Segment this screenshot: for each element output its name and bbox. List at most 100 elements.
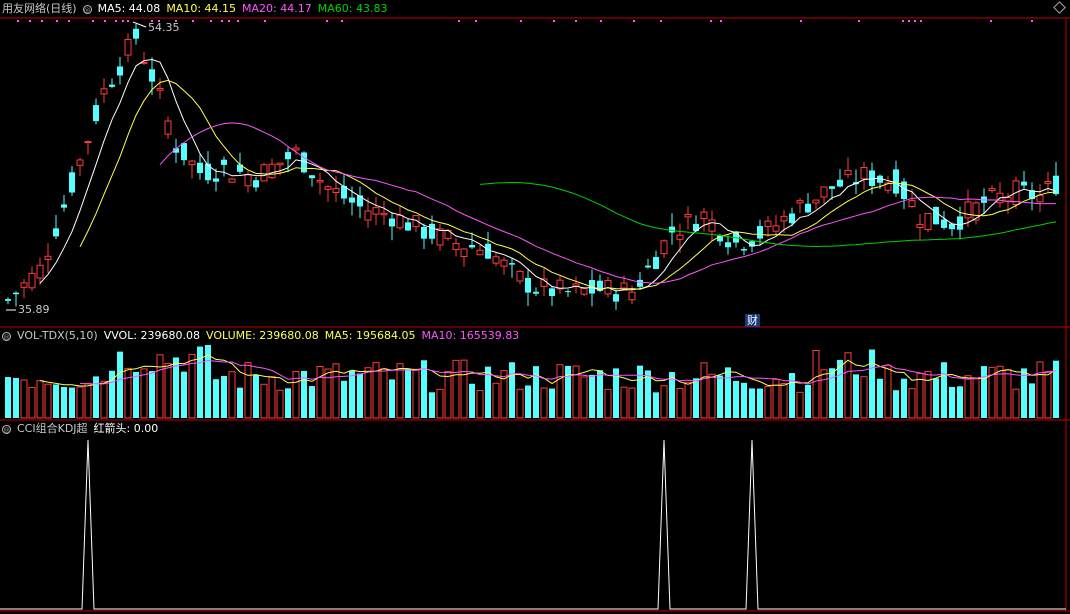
volume-bar <box>237 387 243 418</box>
volume-bar <box>964 375 972 419</box>
signal-dot <box>800 20 802 22</box>
volume-label: VOLUME: 239680.08 <box>206 329 319 342</box>
volume-bar <box>884 364 892 419</box>
volume-bar <box>36 380 44 419</box>
volume-bar <box>444 371 452 419</box>
kdj-circle-icon[interactable]: ◎ <box>2 424 11 434</box>
signal-dot <box>553 20 555 22</box>
volume-bar <box>452 359 460 419</box>
volume-bar <box>133 371 139 418</box>
volume-bar <box>972 378 980 419</box>
volume-bar <box>84 382 92 419</box>
signal-dot <box>914 20 916 22</box>
volume-bar <box>181 371 187 418</box>
volume-bar <box>684 381 692 419</box>
volume-bar <box>1036 361 1044 419</box>
signal-dot <box>17 20 19 22</box>
volume-bar <box>412 368 420 419</box>
volume-bar <box>780 383 788 419</box>
volume-bar <box>469 383 475 418</box>
volume-bar <box>660 385 668 419</box>
volume-bar <box>820 369 828 419</box>
signal-dot <box>29 20 31 22</box>
financial-report-marker[interactable]: 财 <box>745 314 760 327</box>
volume-bar <box>164 362 172 419</box>
volume-bar <box>117 351 123 418</box>
signal-dot <box>520 20 522 22</box>
volume-bar <box>44 383 52 419</box>
kdj-indicator-name[interactable]: CCI组合KDJ超 <box>17 421 88 437</box>
volume-bar <box>957 386 963 418</box>
volume-bar <box>69 387 75 418</box>
volume-bar <box>156 354 164 419</box>
signal-dot <box>633 20 635 22</box>
volume-bar <box>93 376 99 418</box>
volume-bar <box>349 370 355 418</box>
signal-dot <box>68 20 70 22</box>
stock-name[interactable]: 用友网络(日线) <box>2 1 77 17</box>
signal-dot <box>458 20 460 22</box>
volume-bar <box>76 386 84 419</box>
volume-bar <box>460 359 468 419</box>
signal-dot <box>228 20 230 22</box>
candle <box>933 206 939 225</box>
volume-bar <box>812 349 820 419</box>
signal-dot <box>475 20 477 22</box>
volume-bar <box>316 366 324 419</box>
volume-bar <box>604 388 612 419</box>
volume-bar <box>700 362 708 419</box>
volume-bar <box>901 378 907 418</box>
volume-bar <box>285 388 291 418</box>
vol-circle-icon[interactable]: ◎ <box>2 331 11 341</box>
volume-bar <box>653 392 659 418</box>
ma20-label: MA20: 44.17 <box>242 2 312 15</box>
candle <box>228 177 236 183</box>
volume-bar <box>805 384 811 418</box>
volume-bar <box>981 366 987 418</box>
volume-bar <box>693 378 699 418</box>
high-price-label: 54.35 <box>148 21 180 34</box>
volume-bar <box>893 390 899 418</box>
volume-bar <box>853 374 859 418</box>
volume-bar <box>628 387 636 419</box>
volume-bar <box>309 386 315 418</box>
volume-bar <box>725 367 731 418</box>
volume-bar <box>53 384 59 418</box>
volume-bar <box>829 368 835 418</box>
volume-bar <box>533 366 539 418</box>
stock-chart <box>0 0 1070 614</box>
volume-bar <box>1044 371 1052 419</box>
volume-bar <box>13 377 19 418</box>
ma60-label: MA60: 43.83 <box>317 2 388 15</box>
volume-bar <box>869 349 875 418</box>
volume-bar <box>1029 383 1035 418</box>
vol-panel-header: ◎ VOL-TDX(5,10) VVOL: 239680.08 VOLUME: … <box>0 328 519 344</box>
volume-bar <box>933 378 939 418</box>
candle <box>260 162 268 182</box>
signal-dot <box>115 20 117 22</box>
volume-bar <box>509 362 515 418</box>
signal-dot <box>710 20 712 22</box>
volume-bar <box>244 362 252 419</box>
volume-bar <box>717 375 723 418</box>
signal-dot <box>600 20 602 22</box>
volume-bar <box>124 367 132 419</box>
volume-bar <box>860 376 868 419</box>
signal-dot <box>210 20 212 22</box>
volume-bar <box>405 368 411 418</box>
volume-bar <box>764 386 772 419</box>
signal-dot <box>660 20 662 22</box>
vol-indicator-name[interactable]: VOL-TDX(5,10) <box>17 328 98 344</box>
volume-bar <box>924 370 932 419</box>
candle <box>924 212 932 233</box>
volume-bar <box>341 380 347 418</box>
volume-bar <box>589 374 595 418</box>
signal-dot <box>858 20 860 22</box>
volume-bar <box>549 388 555 418</box>
settings-circle-icon[interactable]: ◎ <box>82 4 92 14</box>
signal-dot <box>192 20 194 22</box>
signal-dot <box>41 20 43 22</box>
signal-dot <box>237 20 239 22</box>
volume-bar <box>260 383 268 419</box>
volume-bar <box>380 368 388 419</box>
